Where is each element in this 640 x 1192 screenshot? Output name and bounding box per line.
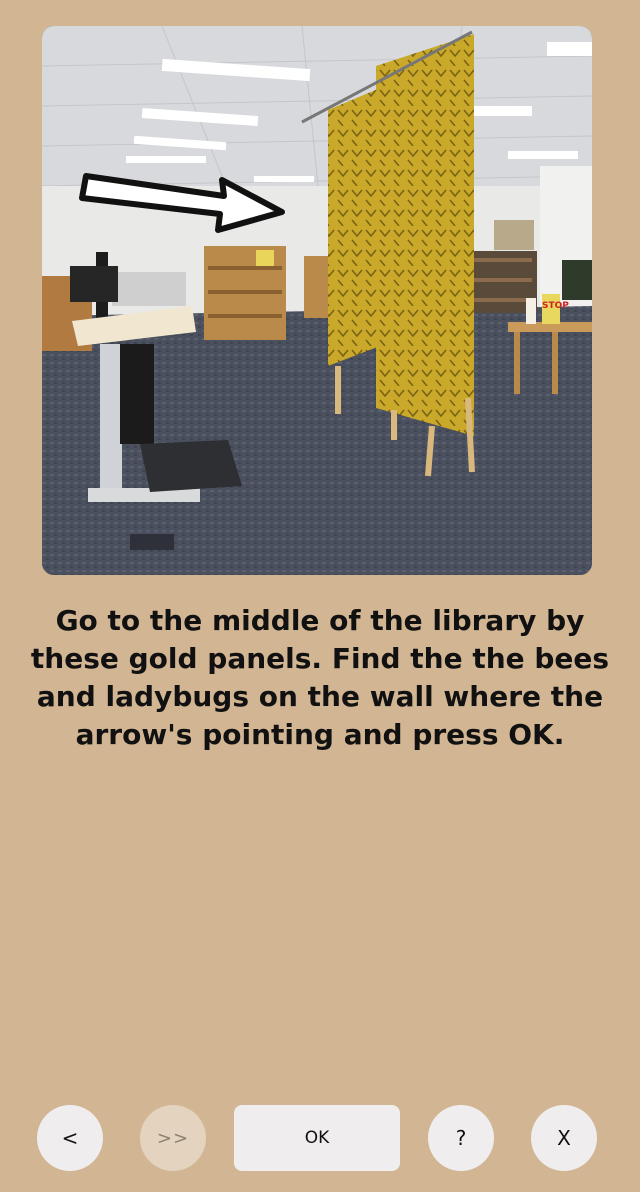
skip-forward-button[interactable]: >> [140, 1105, 206, 1171]
instruction-text: Go to the middle of the library by these… [30, 604, 610, 751]
ok-button[interactable]: OK [234, 1105, 400, 1171]
close-button[interactable]: X [531, 1105, 597, 1171]
back-button[interactable]: < [37, 1105, 103, 1171]
library-photo-illustration: STOP [42, 26, 592, 575]
help-button[interactable]: ? [428, 1105, 494, 1171]
library-photo: STOP [42, 26, 592, 575]
stop-sign-text: STOP [542, 301, 569, 311]
